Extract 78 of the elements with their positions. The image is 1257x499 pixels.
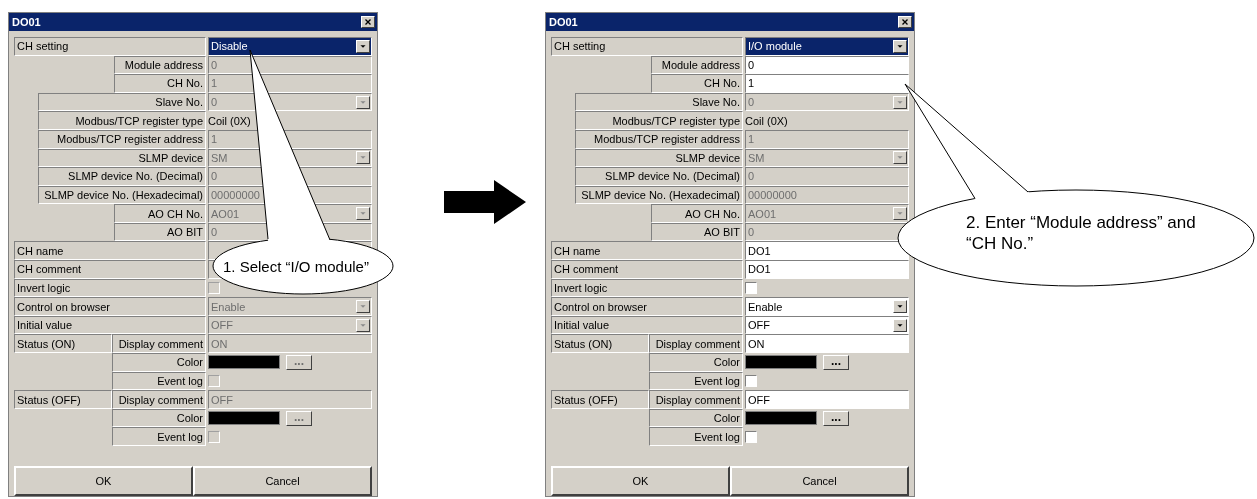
field-value: Coil (0X) — [208, 114, 251, 127]
field-label: AO BIT — [114, 222, 206, 242]
window-title: DO01 — [549, 15, 578, 28]
checkbox[interactable] — [745, 374, 757, 387]
checkbox[interactable] — [745, 281, 757, 294]
color-swatch — [745, 411, 817, 426]
close-icon[interactable] — [898, 15, 912, 28]
dropdown[interactable]: Enable — [745, 297, 909, 316]
field-label: AO CH No. — [651, 204, 743, 223]
field-label: Control on browser — [551, 297, 743, 316]
field-label: CH setting — [551, 36, 743, 56]
ok-button[interactable]: OK — [551, 466, 730, 496]
field-label: Modbus/TCP register address — [38, 129, 206, 149]
field-label: Modbus/TCP register type — [575, 111, 743, 130]
field-label: CH No. — [114, 74, 206, 93]
field-label: CH setting — [14, 36, 206, 56]
field-label: Initial value — [14, 315, 206, 335]
color-swatch — [208, 411, 280, 426]
field-label: Slave No. — [38, 92, 206, 112]
field-label: CH comment — [14, 260, 206, 279]
callout-text: 2. Enter “Module address” and “CH No.” — [966, 212, 1197, 254]
field-label: SLMP device No. (Decimal) — [38, 167, 206, 186]
field-label: SLMP device — [575, 148, 743, 168]
ok-button[interactable]: OK — [14, 466, 193, 496]
field-label: CH name — [14, 241, 206, 261]
field-label: Event log — [649, 371, 743, 391]
text-field[interactable]: DO1 — [745, 260, 909, 279]
color-picker-button[interactable]: ... — [823, 410, 849, 426]
window-title: DO01 — [12, 15, 41, 28]
field-label: Initial value — [551, 315, 743, 335]
field-label: Module address — [114, 55, 206, 75]
field-label: Invert logic — [551, 278, 743, 298]
field-label: Event log — [649, 427, 743, 446]
group-label: Status (OFF) — [14, 390, 112, 409]
field-label: Slave No. — [575, 92, 743, 112]
field-label: CH name — [551, 241, 743, 261]
field-label: CH comment — [551, 260, 743, 279]
field-label: Display comment — [112, 390, 206, 409]
dropdown[interactable]: I/O module — [745, 36, 909, 56]
field-label: Modbus/TCP register address — [575, 129, 743, 149]
text-field[interactable]: ON — [745, 334, 909, 354]
group-label: Status (OFF) — [551, 390, 649, 409]
field-label: Display comment — [649, 334, 743, 354]
cancel-button[interactable]: Cancel — [193, 466, 372, 496]
close-icon[interactable] — [361, 15, 375, 28]
field-label: Event log — [112, 371, 206, 391]
color-swatch — [208, 355, 280, 370]
field-label: Module address — [651, 55, 743, 75]
group-label: Status (ON) — [551, 334, 649, 354]
dropdown[interactable]: Disable — [208, 36, 372, 56]
text-field[interactable]: 1 — [745, 74, 909, 93]
field-label: CH No. — [651, 74, 743, 93]
color-swatch — [745, 355, 817, 370]
field-label: Modbus/TCP register type — [38, 111, 206, 130]
field-label: Invert logic — [14, 278, 206, 298]
callout-text: 1. Select “I/O module” — [223, 257, 369, 277]
field-label: Color — [649, 408, 743, 428]
field-label: Display comment — [112, 334, 206, 354]
field-label: AO CH No. — [114, 204, 206, 223]
group-label: Status (ON) — [14, 334, 112, 354]
right-arrow-icon — [444, 180, 526, 224]
field-label: Color — [112, 353, 206, 372]
field-label: SLMP device No. (Hexadecimal) — [38, 185, 206, 205]
field-label: Event log — [112, 427, 206, 446]
field-label: SLMP device No. (Hexadecimal) — [575, 185, 743, 205]
field-label: Color — [112, 408, 206, 428]
field-label: SLMP device — [38, 148, 206, 168]
field-label: Display comment — [649, 390, 743, 409]
cancel-button[interactable]: Cancel — [730, 466, 909, 496]
color-picker-button[interactable]: ... — [823, 354, 849, 370]
field-label: Control on browser — [14, 297, 206, 316]
text-field[interactable]: DO1 — [745, 241, 909, 261]
field-value: Coil (0X) — [745, 114, 788, 127]
field-label: SLMP device No. (Decimal) — [575, 167, 743, 186]
checkbox[interactable] — [745, 430, 757, 443]
text-field[interactable]: OFF — [745, 390, 909, 409]
field-label: AO BIT — [651, 222, 743, 242]
field-label: Color — [649, 353, 743, 372]
